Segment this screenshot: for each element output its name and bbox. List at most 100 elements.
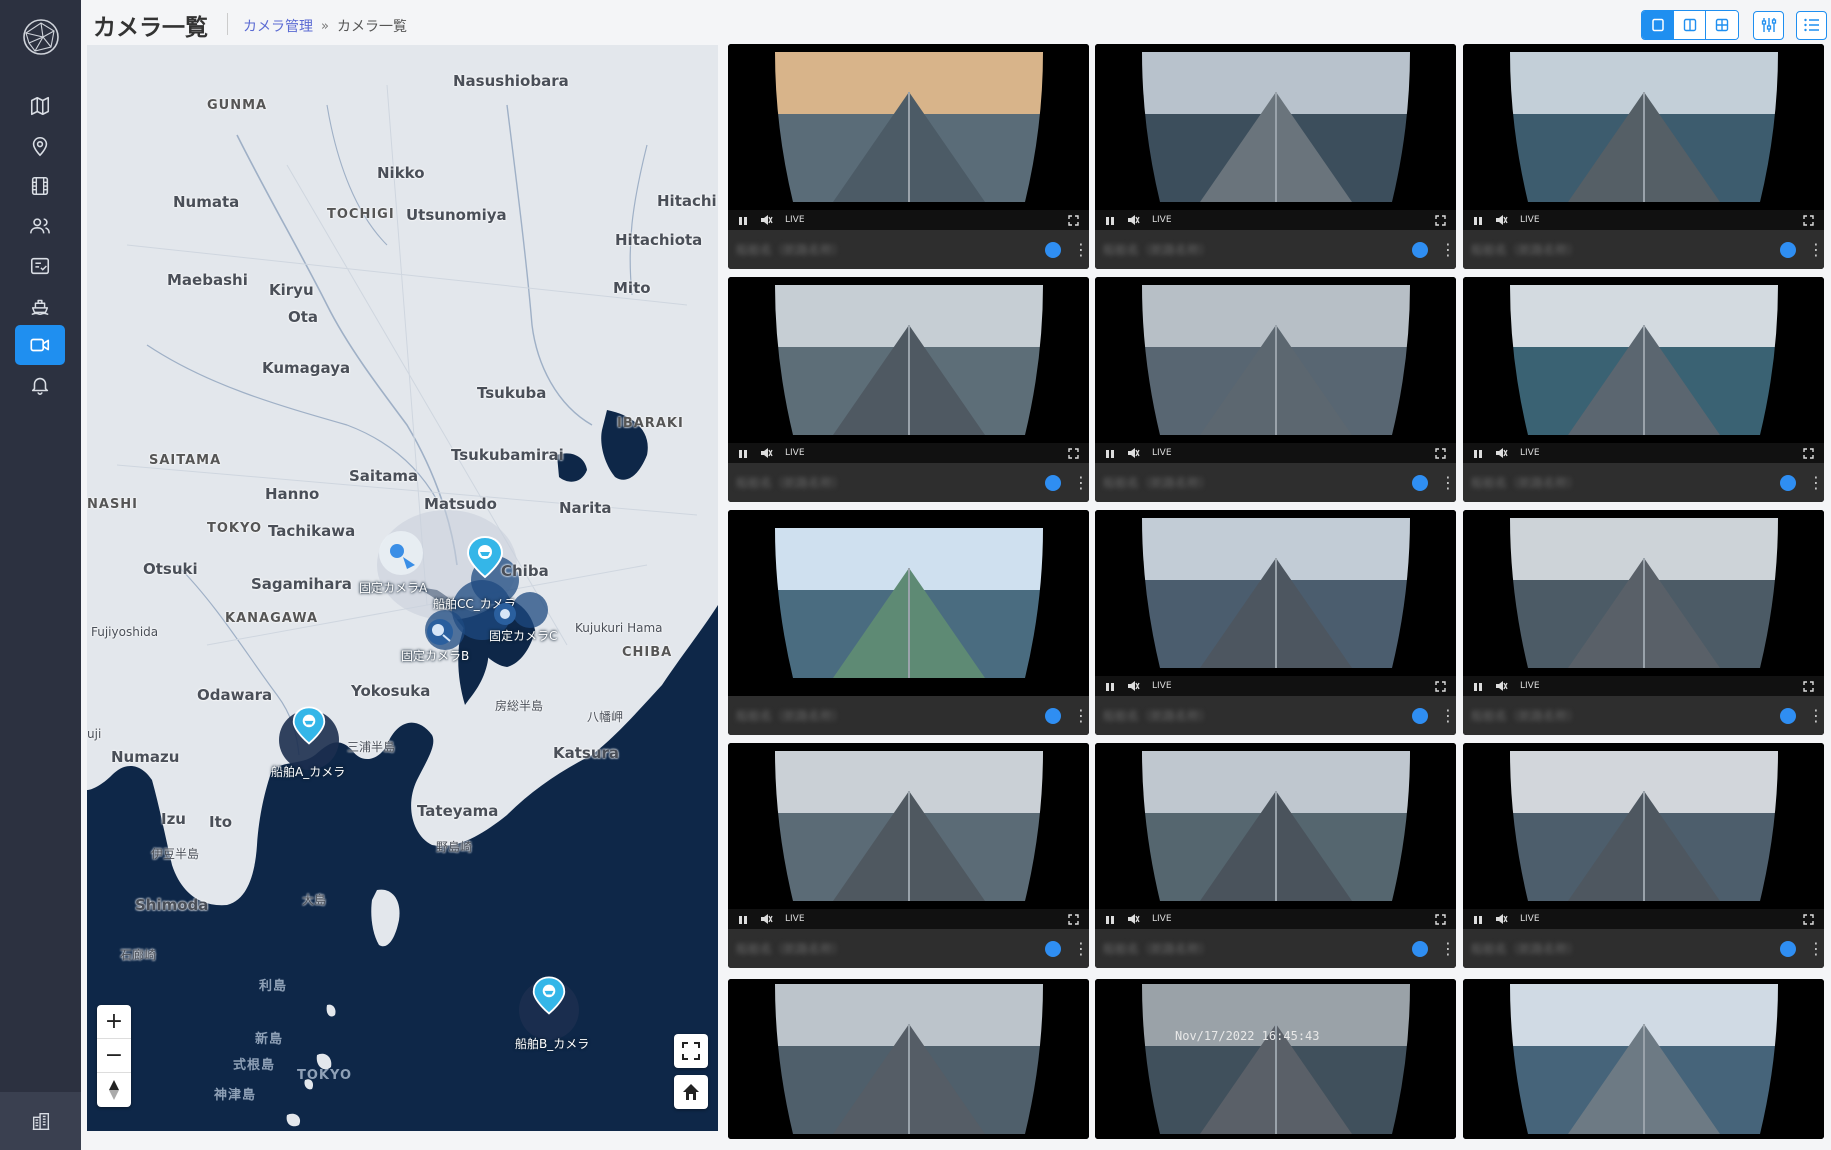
camera-marker-fixed-b[interactable] <box>425 617 455 651</box>
pause-icon[interactable] <box>1105 677 1115 696</box>
camera-card[interactable]: 船舶名（航路名称） ⋮ <box>728 510 1089 735</box>
camera-map[interactable]: Nasushiobara GUNMA Nikko Numata TOCHIGI … <box>87 45 718 1131</box>
sidebar-item-users[interactable] <box>15 206 65 246</box>
sidebar-item-location[interactable] <box>15 126 65 166</box>
fullscreen-icon[interactable] <box>1435 677 1446 696</box>
two-column-layout-button[interactable] <box>1674 11 1706 39</box>
camera-video-feed[interactable] <box>728 743 1089 909</box>
fullscreen-icon[interactable] <box>1803 211 1814 230</box>
camera-card[interactable]: LIVE 船舶名（航路名称） ⋮ <box>728 277 1089 502</box>
camera-video-feed[interactable] <box>1095 979 1456 1139</box>
camera-card[interactable]: LIVE 船舶名（航路名称） ⋮ <box>1095 743 1456 968</box>
camera-card[interactable]: LIVE 船舶名（航路名称） ⋮ <box>1095 277 1456 502</box>
muted-speaker-icon[interactable] <box>1127 444 1140 463</box>
sidebar-bottom-button[interactable] <box>0 1092 81 1150</box>
camera-video-feed[interactable] <box>1463 277 1824 443</box>
camera-video-feed[interactable] <box>1463 979 1824 1139</box>
more-options-icon[interactable]: ⋮ <box>1808 473 1824 492</box>
muted-speaker-icon[interactable] <box>760 910 773 929</box>
muted-speaker-icon[interactable] <box>1495 910 1508 929</box>
muted-speaker-icon[interactable] <box>1127 211 1140 230</box>
more-options-icon[interactable]: ⋮ <box>1440 706 1456 725</box>
muted-speaker-icon[interactable] <box>1495 211 1508 230</box>
pause-icon[interactable] <box>1473 444 1483 463</box>
camera-card[interactable]: LIVE 船舶名（航路名称） ⋮ <box>1463 510 1824 735</box>
home-map-button[interactable] <box>674 1075 708 1109</box>
camera-marker-ship-cc[interactable] <box>465 535 505 591</box>
pause-icon[interactable] <box>738 444 748 463</box>
fullscreen-icon[interactable] <box>1803 444 1814 463</box>
muted-speaker-icon[interactable] <box>760 444 773 463</box>
camera-card[interactable] <box>1463 979 1824 1139</box>
camera-video-feed[interactable] <box>728 979 1089 1139</box>
sidebar-item-cameras[interactable] <box>15 325 65 365</box>
muted-speaker-icon[interactable] <box>1495 444 1508 463</box>
more-options-icon[interactable]: ⋮ <box>1808 240 1824 259</box>
pause-icon[interactable] <box>1473 211 1483 230</box>
fullscreen-map-button[interactable] <box>674 1034 708 1068</box>
zoom-in-button[interactable]: + <box>97 1005 131 1039</box>
sidebar-item-checklist[interactable] <box>15 246 65 286</box>
camera-marker-ship-b[interactable] <box>531 975 567 1027</box>
muted-speaker-icon[interactable] <box>1127 910 1140 929</box>
single-layout-button[interactable] <box>1642 11 1674 39</box>
fullscreen-icon[interactable] <box>1803 677 1814 696</box>
camera-video-feed[interactable] <box>728 44 1089 210</box>
sidebar-item-ships[interactable] <box>15 286 65 326</box>
camera-card[interactable]: LIVE 船舶名（航路名称） ⋮ <box>728 743 1089 968</box>
pause-icon[interactable] <box>1105 444 1115 463</box>
camera-video-feed[interactable] <box>728 277 1089 443</box>
camera-card[interactable]: LIVE 船舶名（航路名称） ⋮ <box>1095 44 1456 269</box>
camera-video-feed[interactable] <box>1095 277 1456 443</box>
muted-speaker-icon[interactable] <box>760 211 773 230</box>
more-options-icon[interactable]: ⋮ <box>1808 939 1824 958</box>
pause-icon[interactable] <box>1105 910 1115 929</box>
fullscreen-icon[interactable] <box>1068 910 1079 929</box>
pause-icon[interactable] <box>1473 910 1483 929</box>
more-options-icon[interactable]: ⋮ <box>1073 240 1089 259</box>
grid-layout-button[interactable] <box>1706 11 1738 39</box>
compass-reset-button[interactable] <box>97 1073 131 1107</box>
fullscreen-icon[interactable] <box>1803 910 1814 929</box>
camera-card[interactable]: LIVE 船舶名（航路名称） ⋮ <box>1463 743 1824 968</box>
more-options-icon[interactable]: ⋮ <box>1440 240 1456 259</box>
fullscreen-icon[interactable] <box>1435 211 1446 230</box>
fullscreen-icon[interactable] <box>1068 211 1079 230</box>
breadcrumb-link-camera-management[interactable]: カメラ管理 <box>243 16 313 36</box>
globe-logo-icon[interactable] <box>21 17 61 57</box>
camera-video-feed[interactable] <box>1463 510 1824 676</box>
fullscreen-icon[interactable] <box>1435 444 1446 463</box>
camera-card[interactable]: LIVE 船舶名（航路名称） ⋮ <box>1463 44 1824 269</box>
pause-icon[interactable] <box>738 211 748 230</box>
camera-card[interactable]: LIVE 船舶名（航路名称） ⋮ <box>1463 277 1824 502</box>
pause-icon[interactable] <box>738 910 748 929</box>
camera-video-feed[interactable] <box>1095 510 1456 676</box>
camera-marker-fixed-a[interactable] <box>377 529 425 581</box>
more-options-icon[interactable]: ⋮ <box>1073 473 1089 492</box>
more-options-icon[interactable]: ⋮ <box>1073 939 1089 958</box>
camera-card[interactable] <box>728 979 1089 1139</box>
camera-card[interactable]: LIVE 船舶名（航路名称） ⋮ <box>728 44 1089 269</box>
more-options-icon[interactable]: ⋮ <box>1440 939 1456 958</box>
sidebar-item-alerts[interactable] <box>15 365 65 405</box>
camera-card[interactable]: Nov/17/2022 16:45:43 <box>1095 979 1456 1139</box>
more-options-icon[interactable]: ⋮ <box>1808 706 1824 725</box>
zoom-out-button[interactable]: − <box>97 1039 131 1073</box>
camera-card[interactable]: LIVE 船舶名（航路名称） ⋮ <box>1095 510 1456 735</box>
camera-video-feed[interactable] <box>1095 44 1456 210</box>
camera-video-feed[interactable] <box>1463 743 1824 909</box>
fullscreen-icon[interactable] <box>1068 444 1079 463</box>
more-options-icon[interactable]: ⋮ <box>1440 473 1456 492</box>
camera-video-feed[interactable] <box>728 510 1089 696</box>
camera-video-feed[interactable] <box>1463 44 1824 210</box>
muted-speaker-icon[interactable] <box>1495 677 1508 696</box>
pause-icon[interactable] <box>1105 211 1115 230</box>
list-view-button[interactable] <box>1796 10 1827 40</box>
filter-settings-button[interactable] <box>1753 10 1784 40</box>
more-options-icon[interactable]: ⋮ <box>1073 706 1089 725</box>
sidebar-item-recordings[interactable] <box>15 166 65 206</box>
camera-video-feed[interactable] <box>1095 743 1456 909</box>
muted-speaker-icon[interactable] <box>1127 677 1140 696</box>
pause-icon[interactable] <box>1473 677 1483 696</box>
sidebar-item-map[interactable] <box>15 86 65 126</box>
